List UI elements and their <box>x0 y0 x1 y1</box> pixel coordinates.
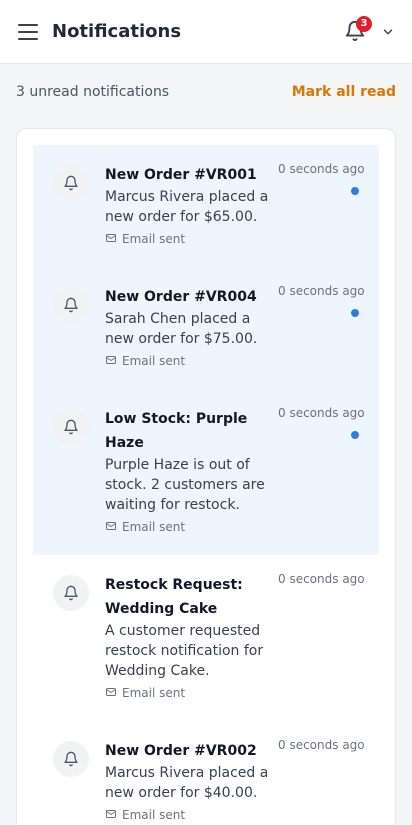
email-status-label: Email sent <box>122 232 186 246</box>
email-status: Email sent <box>105 231 185 247</box>
email-status: Email sent <box>105 685 185 701</box>
notification-time: 0 seconds ago <box>278 162 365 176</box>
email-status-label: Email sent <box>122 686 186 700</box>
notification-item[interactable]: New Order #VR001 0 seconds ago Marcus Ri… <box>33 145 379 267</box>
notification-body: Sarah Chen placed a new order for $75.00… <box>105 311 258 347</box>
menu-icon[interactable] <box>18 24 38 40</box>
notification-bell-avatar <box>53 575 89 611</box>
notification-time: 0 seconds ago <box>278 406 365 420</box>
mail-icon <box>106 688 116 696</box>
email-status: Email sent <box>105 807 185 823</box>
page-title: Notifications <box>52 21 182 42</box>
notification-item[interactable]: Low Stock: Purple Haze 0 seconds ago Pur… <box>33 389 379 555</box>
notification-time: 0 seconds ago <box>278 738 365 752</box>
notification-item[interactable]: New Order #VR004 0 seconds ago Sarah Che… <box>33 267 379 389</box>
mail-icon <box>106 234 116 242</box>
mail-icon <box>106 356 116 364</box>
notification-time: 0 seconds ago <box>278 572 365 586</box>
email-status-label: Email sent <box>122 354 186 368</box>
chevron-down-icon[interactable] <box>381 25 395 39</box>
email-status-label: Email sent <box>122 520 186 534</box>
notification-bell-avatar <box>53 165 89 201</box>
notification-title: Low Stock: Purple Haze <box>105 411 248 451</box>
notification-bell-avatar <box>53 741 89 777</box>
unread-indicator-dot <box>351 187 359 195</box>
notifications-card: New Order #VR001 0 seconds ago Marcus Ri… <box>16 128 396 825</box>
notification-time: 0 seconds ago <box>278 284 365 298</box>
bell-icon <box>64 751 78 767</box>
notification-bell-avatar <box>53 409 89 445</box>
notification-body: Marcus Rivera placed a new order for $40… <box>105 765 269 801</box>
notification-body: A customer requested restock notificatio… <box>105 623 264 679</box>
bell-icon <box>64 585 78 601</box>
notification-list: New Order #VR001 0 seconds ago Marcus Ri… <box>33 145 379 825</box>
notification-title: New Order #VR002 <box>105 743 257 759</box>
notification-body: Marcus Rivera placed a new order for $65… <box>105 189 269 225</box>
bell-icon <box>64 297 78 313</box>
mark-all-read-button[interactable]: Mark all read <box>292 82 396 102</box>
bell-icon <box>64 175 78 191</box>
mail-icon <box>106 522 116 530</box>
bell-icon <box>64 419 78 435</box>
notification-body: Purple Haze is out of stock. 2 customers… <box>105 457 265 513</box>
unread-indicator-dot <box>351 431 359 439</box>
notification-bell-avatar <box>53 287 89 323</box>
notification-title: New Order #VR004 <box>105 289 257 305</box>
notification-title: New Order #VR001 <box>105 167 257 183</box>
email-status: Email sent <box>105 519 185 535</box>
mail-icon <box>106 810 116 818</box>
app-header: Notifications 3 <box>0 0 412 64</box>
notification-title: Restock Request: Wedding Cake <box>105 577 243 617</box>
unread-count-text: 3 unread notifications <box>16 84 170 100</box>
email-status-label: Email sent <box>122 808 186 822</box>
notification-item[interactable]: Restock Request: Wedding Cake 0 seconds … <box>33 555 379 721</box>
notification-count-badge: 3 <box>356 16 372 32</box>
unread-indicator-dot <box>351 309 359 317</box>
email-status: Email sent <box>105 353 185 369</box>
notification-item[interactable]: New Order #VR002 0 seconds ago Marcus Ri… <box>33 721 379 825</box>
